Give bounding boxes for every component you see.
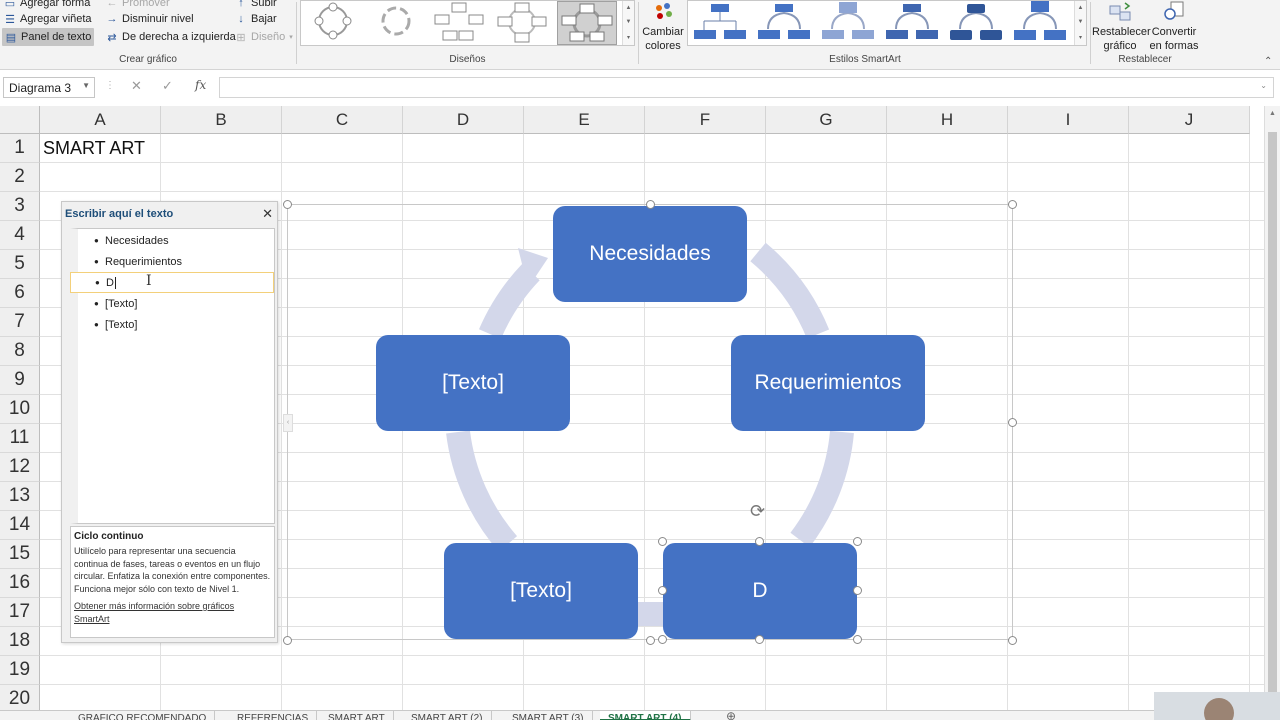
text-pane-list[interactable]: ● Necesidades ● Requerimientos ● D I ● [Texto… xyxy=(70,228,275,524)
sheet-tab[interactable]: SMART ART xyxy=(320,711,394,720)
resize-handle[interactable] xyxy=(283,636,292,645)
text-pane-item[interactable]: ● Necesidades xyxy=(78,230,274,251)
text-pane-title: Escribir aquí el texto xyxy=(65,208,174,220)
sheet-tab[interactable]: REFERENCIAS xyxy=(229,711,318,720)
node-resize-handle[interactable] xyxy=(853,537,862,546)
resize-handle[interactable] xyxy=(1008,200,1017,209)
text-pane-item[interactable]: ● Requerimientos xyxy=(78,251,274,272)
text-pane-toggle-grip[interactable]: ‹ xyxy=(283,414,293,432)
bullet-icon: ● xyxy=(95,278,100,287)
node-resize-handle[interactable] xyxy=(755,635,764,644)
node-resize-handle[interactable] xyxy=(658,586,667,595)
bullet-icon: ● xyxy=(94,320,99,329)
resize-handle[interactable] xyxy=(646,636,655,645)
node-resize-handle[interactable] xyxy=(853,635,862,644)
node-resize-handle[interactable] xyxy=(658,635,667,644)
ibeam-cursor-icon: I xyxy=(146,273,152,289)
text-caret xyxy=(114,276,116,289)
smartart-node[interactable]: Necesidades xyxy=(553,206,747,302)
smartart-text-pane: Escribir aquí el texto ✕ ● Necesidades ● R… xyxy=(61,201,278,643)
sheet-tab[interactable]: SMART ART (2) xyxy=(403,711,492,720)
node-resize-handle[interactable] xyxy=(755,537,764,546)
layout-info-box: Ciclo continuo Utilícelo para representa… xyxy=(70,526,275,638)
cycle-arrow-segment xyxy=(790,430,854,548)
close-icon[interactable]: ✕ xyxy=(262,206,273,222)
text-pane-item[interactable]: ● [Texto] xyxy=(78,293,274,314)
smartart-node-selected[interactable]: D xyxy=(663,543,857,639)
sheet-tab[interactable]: SMART ART (4) xyxy=(600,711,691,720)
smartart-node[interactable]: Requerimientos xyxy=(731,335,925,431)
sheet-tab[interactable]: GRAFICO RECOMENDADO xyxy=(70,711,216,720)
sheet-tabs-bar: GRAFICO RECOMENDADO REFERENCIAS SMART ART S… xyxy=(0,709,1280,720)
layout-info-title: Ciclo continuo xyxy=(74,531,144,542)
node-resize-handle[interactable] xyxy=(658,537,667,546)
text-pane-item-editing[interactable]: ● D I xyxy=(70,272,274,293)
layout-info-description: Utilícelo para representar una secuencia… xyxy=(74,546,271,594)
bullet-icon: ● xyxy=(94,236,99,245)
vertical-scrollbar[interactable]: ▲ xyxy=(1264,106,1280,710)
webcam-overlay xyxy=(1154,692,1280,720)
rotate-handle-icon[interactable]: ⟳ xyxy=(750,501,765,522)
cycle-arrow-segment xyxy=(446,430,518,552)
add-sheet-icon[interactable]: ⊕ xyxy=(726,709,736,720)
scroll-up-icon[interactable]: ▲ xyxy=(1269,110,1276,117)
excel-window: ▭ Agregar forma ← Promover ↑ Subir ☰ Agregar… xyxy=(0,0,1280,720)
node-resize-handle[interactable] xyxy=(853,586,862,595)
bullet-icon: ● xyxy=(94,257,99,266)
resize-handle[interactable] xyxy=(1008,636,1017,645)
person-face xyxy=(1204,698,1234,720)
text-pane-item[interactable]: ● [Texto] xyxy=(78,314,274,335)
sheet-tab[interactable]: SMART ART (3) xyxy=(504,711,593,720)
smartart-node[interactable]: [Texto] xyxy=(444,543,638,639)
bullet-icon: ● xyxy=(94,299,99,308)
resize-handle[interactable] xyxy=(283,200,292,209)
resize-handle[interactable] xyxy=(1008,418,1017,427)
scrollbar-thumb[interactable] xyxy=(1268,132,1277,692)
learn-more-link[interactable]: Obtener más información sobre gráficos S… xyxy=(74,600,271,625)
smartart-node[interactable]: [Texto] xyxy=(376,335,570,431)
cycle-arrow-segment xyxy=(750,242,830,339)
resize-handle[interactable] xyxy=(646,200,655,209)
cycle-arrow-segment xyxy=(478,263,540,339)
